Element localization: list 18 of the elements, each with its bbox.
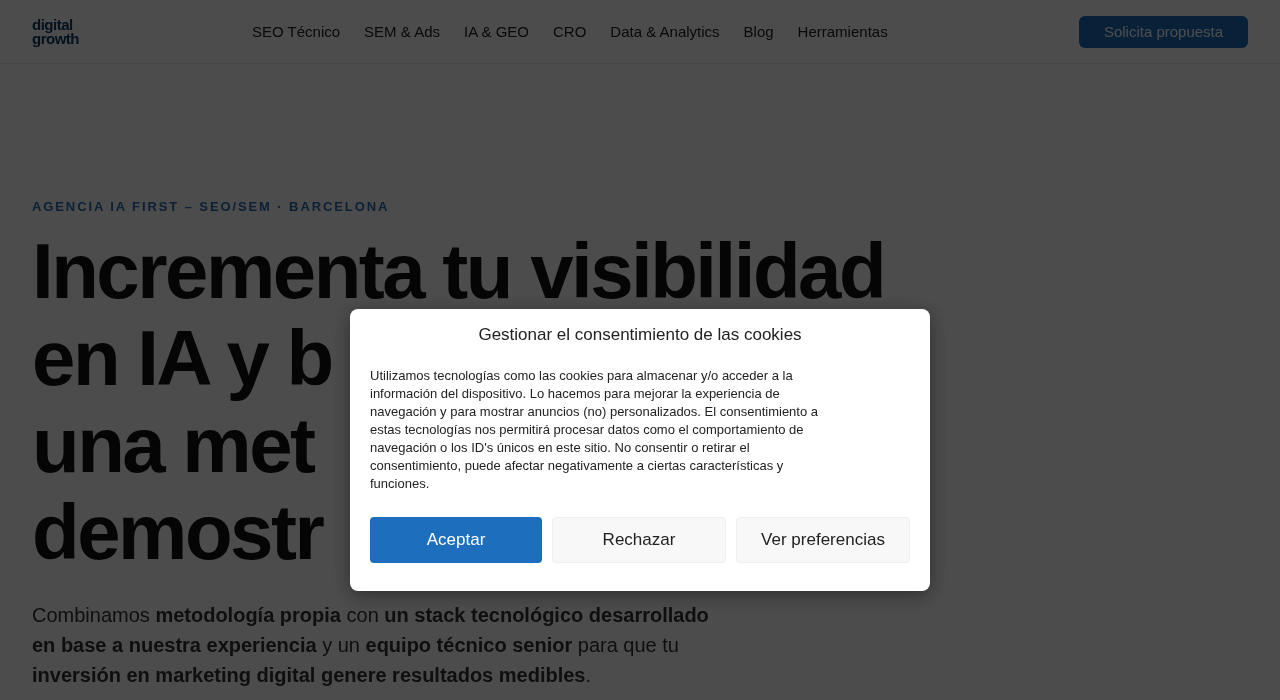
hero-heading-line: demostr — [32, 489, 323, 576]
hero-heading-line: Incrementa tu visibilidad — [32, 228, 885, 315]
consent-button[interactable]: Rechazar — [552, 517, 726, 563]
consent-button[interactable]: Ver preferencias — [736, 517, 910, 563]
eyebrow-text: AGENCIA IA FIRST – SEO/SEM · BARCELONA — [32, 199, 391, 214]
hero-paragraph: Combinamos metodología propia con un stack tecnológico desarrollado en base a nuestra experiencia y un equipo técnico senior para que tu inversión en marketing digital genere resultados medibles. — [32, 603, 710, 688]
consent-button[interactable]: Aceptar — [370, 517, 542, 563]
nav-link[interactable]: Blog — [743, 23, 774, 40]
nav-link[interactable]: SEO Técnico — [252, 23, 341, 40]
nav-link[interactable]: Data & Analytics — [610, 23, 720, 40]
dialog-text: Utilizamos tecnologías como las cookies para almacenar y/o acceder a la información del dispositivo. Lo hacemos para mejorar la experiencia de navegación y para mostrar anuncios (no) personalizados. El consentimiento a estas tecnologías nos permitirá procesar datos como el comportamiento de navegación o los ID's únicos en este sitio. No consentir o retirar el consentimiento, puede afectar negativamente a ciertas características y funciones. — [370, 367, 820, 493]
hero-heading-line: en IA y b — [32, 315, 332, 402]
nav-link[interactable]: Herramientas — [797, 23, 888, 40]
nav-link[interactable]: SEM & Ads — [364, 23, 440, 40]
nav-link[interactable]: CRO — [553, 23, 587, 40]
hero-heading-line: una met — [32, 402, 314, 489]
dialog-title: Gestionar el consentimiento de las cookies — [477, 325, 803, 345]
nav-link[interactable]: IA & GEO — [464, 23, 529, 40]
